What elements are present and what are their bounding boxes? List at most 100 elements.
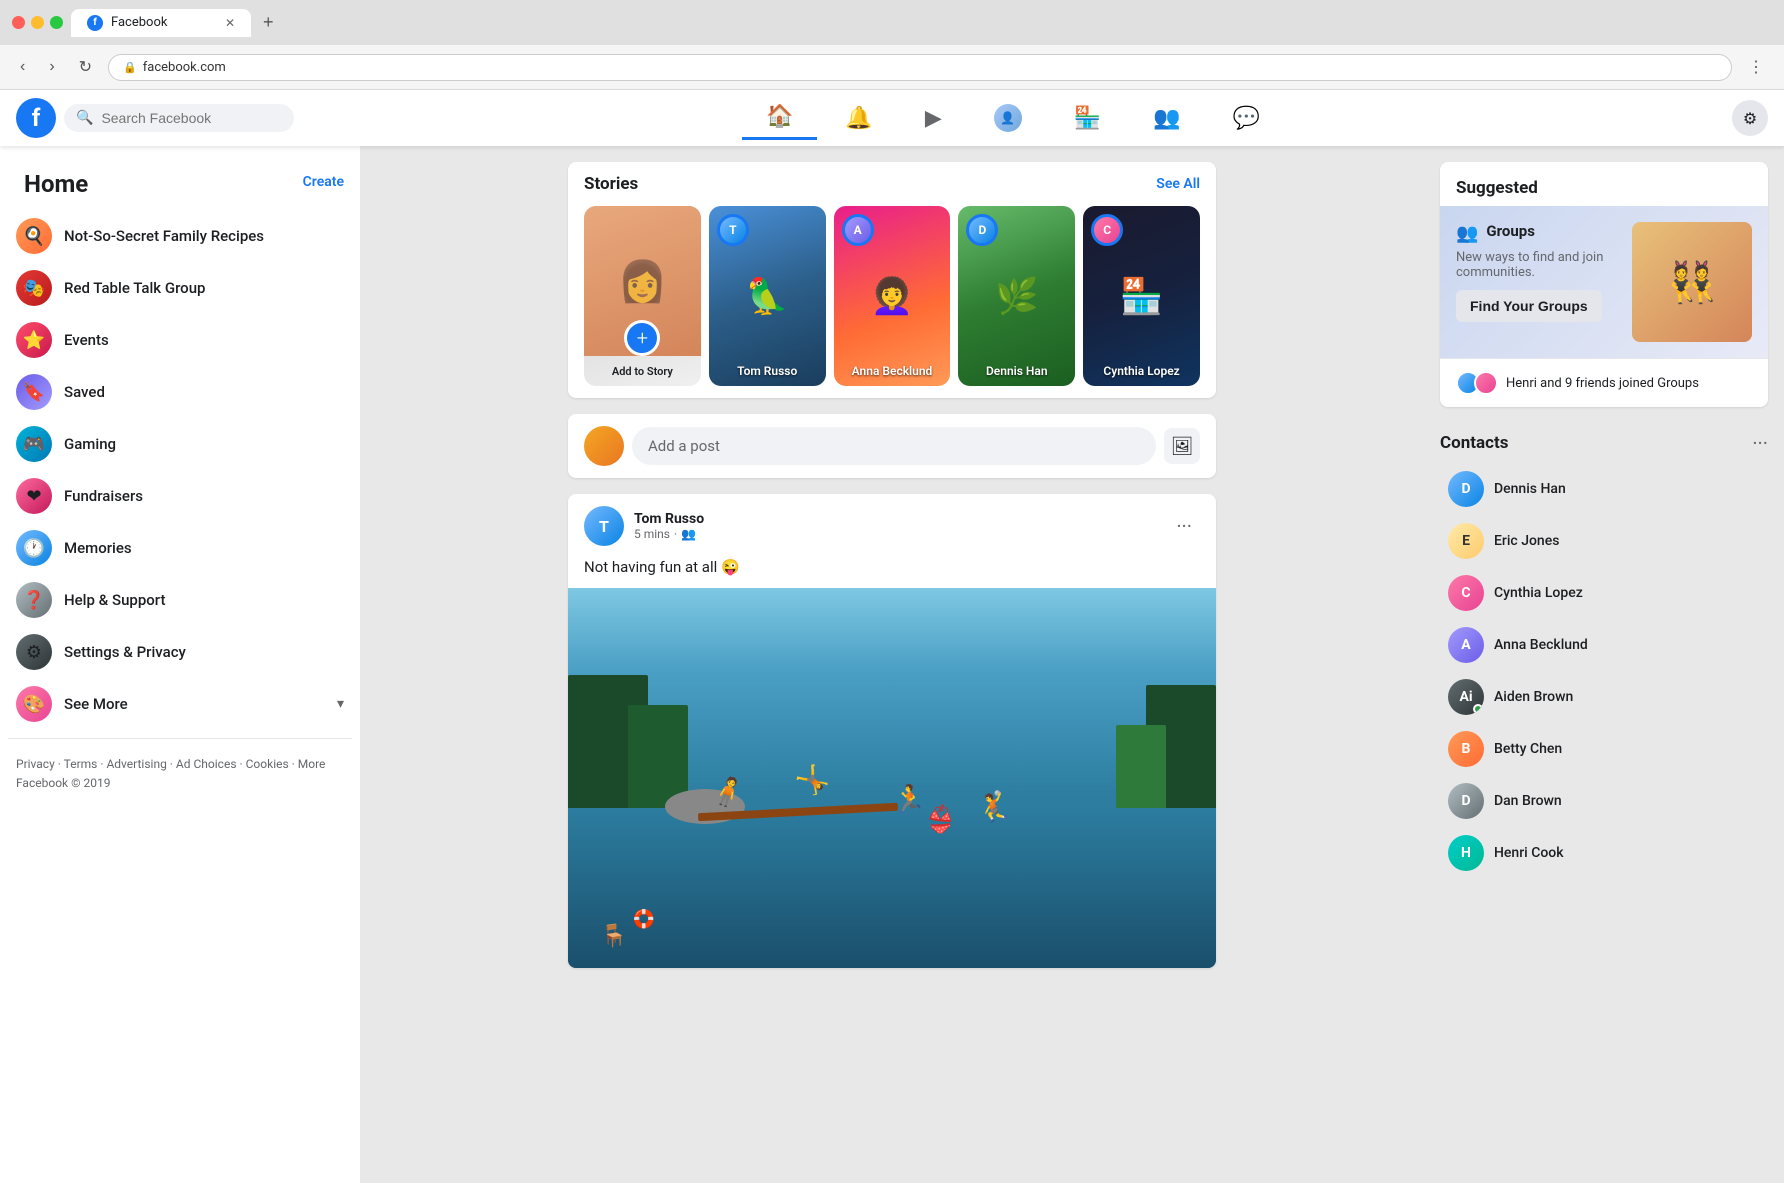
- more-link[interactable]: More: [298, 757, 326, 771]
- address-bar[interactable]: 🔒 facebook.com: [108, 54, 1732, 81]
- settings-privacy-icon: ⚙: [16, 634, 52, 670]
- contact-name-betty: Betty Chen: [1494, 741, 1562, 757]
- nav-marketplace[interactable]: 🏪: [1050, 98, 1125, 139]
- see-all-stories-button[interactable]: See All: [1156, 176, 1200, 192]
- contacts-more-button[interactable]: ···: [1752, 431, 1768, 455]
- ad-choices-link[interactable]: Ad Choices: [176, 757, 237, 771]
- sidebar-divider: [8, 738, 352, 739]
- sidebar-item-label: See More: [64, 695, 128, 713]
- terms-link[interactable]: Terms: [64, 757, 98, 771]
- sidebar-item-gaming[interactable]: 🎮 Gaming: [8, 418, 352, 470]
- sidebar-item-events[interactable]: ⭐ Events: [8, 314, 352, 366]
- post-image: 🧍 🤸 🏃 🤾 👙 🛟 🪑: [568, 588, 1216, 968]
- close-button[interactable]: [12, 16, 25, 29]
- window-controls: [12, 16, 63, 29]
- contact-cynthia[interactable]: C Cynthia Lopez: [1440, 567, 1768, 619]
- story-cynthia[interactable]: 🏪 C Cynthia Lopez: [1083, 206, 1200, 386]
- sidebar-item-red-table[interactable]: 🎭 Red Table Talk Group: [8, 262, 352, 314]
- tab-close-button[interactable]: ✕: [225, 16, 235, 30]
- browser-more-button[interactable]: ⋮: [1740, 53, 1772, 81]
- post-text: Not having fun at all 😜: [568, 558, 1216, 588]
- contact-name-henri: Henri Cook: [1494, 845, 1564, 861]
- facebook-header: f 🔍 🏠 🔔 ▶ 👤 🏪 👥 💬: [0, 90, 1784, 146]
- sidebar-item-help[interactable]: ❓ Help & Support: [8, 574, 352, 626]
- contact-name-eric: Eric Jones: [1494, 533, 1559, 549]
- contact-henri[interactable]: H Henri Cook: [1440, 827, 1768, 879]
- advertising-link[interactable]: Advertising: [106, 757, 166, 771]
- contact-avatar-aiden: Ai: [1448, 679, 1484, 715]
- search-bar[interactable]: 🔍: [64, 104, 294, 132]
- contact-name-cynthia: Cynthia Lopez: [1494, 585, 1583, 601]
- find-groups-button[interactable]: Find Your Groups: [1456, 290, 1602, 322]
- post-time: 5 mins: [634, 527, 670, 541]
- maximize-button[interactable]: [50, 16, 63, 29]
- help-icon: ❓: [16, 582, 52, 618]
- contact-aiden[interactable]: Ai Aiden Brown: [1440, 671, 1768, 723]
- groups-joined-notice: Henri and 9 friends joined Groups: [1440, 358, 1768, 407]
- post-meta: 5 mins · 👥: [634, 527, 1158, 541]
- photo-upload-button[interactable]: 🖼: [1164, 428, 1200, 464]
- sidebar-item-label: Not-So-Secret Family Recipes: [64, 227, 264, 245]
- see-more-icon: 🎨: [16, 686, 52, 722]
- nav-watch[interactable]: ▶: [901, 98, 966, 139]
- story-add[interactable]: 👩 + Add to Story: [584, 206, 701, 386]
- groups-description: New ways to find and join communities.: [1456, 250, 1620, 280]
- contact-betty[interactable]: B Betty Chen: [1440, 723, 1768, 775]
- forward-button[interactable]: ›: [41, 54, 62, 80]
- post-more-button[interactable]: ···: [1168, 510, 1200, 542]
- chevron-down-icon: ▾: [337, 696, 344, 712]
- contact-avatar-betty: B: [1448, 731, 1484, 767]
- story-tom[interactable]: 🦜 T Tom Russo: [709, 206, 826, 386]
- back-button[interactable]: ‹: [12, 54, 33, 80]
- story-anna[interactable]: 👩‍🦱 A Anna Becklund: [834, 206, 951, 386]
- sidebar-item-fundraisers[interactable]: ❤ Fundraisers: [8, 470, 352, 522]
- create-button[interactable]: Create: [303, 174, 344, 190]
- nav-notifications[interactable]: 🔔: [821, 98, 896, 139]
- nav-messenger[interactable]: 💬: [1209, 98, 1284, 139]
- story-cynthia-avatar: C: [1091, 214, 1123, 246]
- post-user-avatar: T: [584, 506, 624, 546]
- stories-header: Stories See All: [584, 174, 1200, 194]
- gear-icon: ⚙: [1743, 109, 1757, 128]
- memories-icon: 🕐: [16, 530, 52, 566]
- groups-promo: 👥 Groups New ways to find and join commu…: [1440, 206, 1768, 358]
- sidebar-item-see-more[interactable]: 🎨 See More ▾: [8, 678, 352, 730]
- minimize-button[interactable]: [31, 16, 44, 29]
- joined-avatar-2: [1474, 371, 1498, 395]
- privacy-link[interactable]: Privacy: [16, 757, 55, 771]
- nav-home[interactable]: 🏠: [742, 96, 817, 140]
- contact-name-dennis: Dennis Han: [1494, 481, 1566, 497]
- contact-dan[interactable]: D Dan Brown: [1440, 775, 1768, 827]
- post-user-name[interactable]: Tom Russo: [634, 511, 1158, 527]
- refresh-button[interactable]: ↻: [71, 53, 100, 81]
- sidebar-item-label: Saved: [64, 383, 105, 401]
- nav-profile[interactable]: 👤: [970, 96, 1046, 140]
- contact-avatar-anna: A: [1448, 627, 1484, 663]
- sidebar-item-saved[interactable]: 🔖 Saved: [8, 366, 352, 418]
- red-table-icon: 🎭: [16, 270, 52, 306]
- new-tab-button[interactable]: +: [259, 8, 278, 37]
- settings-button[interactable]: ⚙: [1732, 100, 1768, 136]
- contact-avatar-henri: H: [1448, 835, 1484, 871]
- contact-anna[interactable]: A Anna Becklund: [1440, 619, 1768, 671]
- contact-avatar-cynthia: C: [1448, 575, 1484, 611]
- sidebar-item-memories[interactable]: 🕐 Memories: [8, 522, 352, 574]
- search-input[interactable]: [101, 110, 261, 126]
- story-dennis[interactable]: 🌿 D Dennis Han: [958, 206, 1075, 386]
- suggested-title: Suggested: [1440, 162, 1768, 206]
- cookies-link[interactable]: Cookies: [246, 757, 289, 771]
- browser-tab[interactable]: f Facebook ✕: [71, 9, 251, 37]
- facebook-logo[interactable]: f: [16, 98, 56, 138]
- gaming-icon: 🎮: [16, 426, 52, 462]
- groups-icon: 👥: [1153, 106, 1180, 131]
- contacts-section: Contacts ··· D Dennis Han E Eric Jones C…: [1440, 423, 1768, 879]
- post-dot: ·: [674, 527, 677, 541]
- contact-eric[interactable]: E Eric Jones: [1440, 515, 1768, 567]
- sidebar-item-settings[interactable]: ⚙ Settings & Privacy: [8, 626, 352, 678]
- post-input[interactable]: Add a post: [632, 427, 1156, 465]
- sidebar-item-family-recipes[interactable]: 🍳 Not-So-Secret Family Recipes: [8, 210, 352, 262]
- contact-dennis[interactable]: D Dennis Han: [1440, 463, 1768, 515]
- sidebar-item-label: Memories: [64, 539, 132, 557]
- right-panel: Suggested 👥 Groups New ways to find and …: [1424, 146, 1784, 1183]
- nav-groups[interactable]: 👥: [1129, 98, 1204, 139]
